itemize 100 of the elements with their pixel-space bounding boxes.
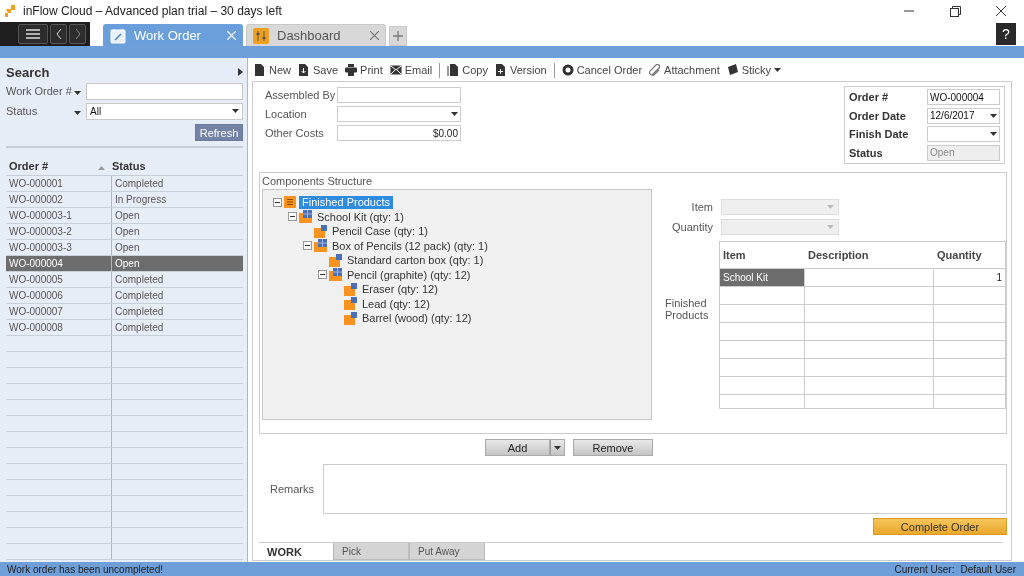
collapse-icon[interactable] xyxy=(318,270,327,280)
grid-icon xyxy=(314,239,327,253)
table-row[interactable]: WO-000006 Completed xyxy=(6,288,243,304)
column-header[interactable]: Description xyxy=(805,249,934,262)
back-button[interactable] xyxy=(50,24,67,44)
dropdown-caret-icon[interactable] xyxy=(232,109,239,113)
input-field[interactable] xyxy=(927,126,1000,143)
menu-button[interactable] xyxy=(18,24,48,44)
table-cell-text: Completed xyxy=(114,178,164,189)
paperclip-icon xyxy=(649,64,662,76)
add-button[interactable]: Add xyxy=(485,439,550,456)
tree-item[interactable]: Box of Pencils (12 pack) (qty: 1) xyxy=(329,239,491,253)
toolbar-button[interactable]: New xyxy=(254,64,291,76)
toolbar-button[interactable]: Email xyxy=(389,64,433,76)
table-cell-text: Open xyxy=(114,258,140,269)
table-row[interactable]: WO-000005 Completed xyxy=(6,272,243,288)
table-cell: WO-000006 xyxy=(6,288,112,303)
dropdown-caret-icon[interactable] xyxy=(74,91,81,95)
input-field[interactable] xyxy=(337,106,461,122)
dropdown-caret-icon[interactable] xyxy=(990,113,997,118)
column-header[interactable]: Item xyxy=(720,249,805,262)
tab[interactable]: Dashboard xyxy=(246,24,386,46)
sticky-note-icon xyxy=(726,64,739,76)
toolbar-button[interactable]: Sticky xyxy=(726,64,782,76)
table-row[interactable]: WO-000002 In Progress xyxy=(6,192,243,208)
search-field[interactable]: All xyxy=(86,102,243,120)
dashboard-icon xyxy=(253,27,269,44)
field-label: Remarks xyxy=(269,483,315,495)
help-button[interactable]: ? xyxy=(996,23,1016,45)
table-cell-text: Open xyxy=(114,226,140,237)
table-row[interactable]: WO-000004 Open xyxy=(6,256,243,272)
toolbar-button[interactable]: Attachment xyxy=(649,64,720,76)
input-field[interactable] xyxy=(337,87,461,103)
field-label: Order # xyxy=(849,91,890,104)
remove-button[interactable]: Remove xyxy=(573,439,653,456)
table-row[interactable]: WO-000001 Completed xyxy=(6,176,243,192)
column-header[interactable]: Status xyxy=(112,159,146,172)
tree-item[interactable]: Pencil (graphite) (qty: 12) xyxy=(344,268,474,282)
tab[interactable]: Put Away xyxy=(409,543,485,560)
tree-item[interactable]: Standard carton box (qty: 1) xyxy=(344,253,487,267)
table-cell[interactable]: 1 xyxy=(934,269,1005,287)
field-label: Work Order # xyxy=(6,85,73,97)
envelope-icon xyxy=(389,64,402,76)
column-header[interactable]: Quantity xyxy=(934,249,1005,262)
complete-order-button[interactable]: Complete Order xyxy=(873,518,1007,535)
tree-item[interactable]: Pencil Case (qty: 1) xyxy=(329,224,431,238)
tree-item[interactable]: School Kit (qty: 1) xyxy=(314,210,407,224)
remarks-field[interactable] xyxy=(323,464,1007,514)
dropdown-caret-icon[interactable] xyxy=(74,111,81,115)
field-label: Status xyxy=(849,146,884,159)
dropdown-caret-icon[interactable] xyxy=(554,445,561,450)
column-header[interactable]: Order # xyxy=(6,159,98,172)
save-icon xyxy=(298,64,310,76)
toolbar-button[interactable]: Copy xyxy=(447,64,488,76)
table-cell[interactable]: School Kit xyxy=(720,269,805,287)
toolbar-button[interactable]: Save xyxy=(298,64,339,76)
table-row[interactable]: WO-000007 Completed xyxy=(6,304,243,320)
table-cell: WO-000001 xyxy=(6,176,112,191)
copy-icon xyxy=(447,64,460,76)
input-field[interactable]: $0.00 xyxy=(337,125,461,141)
tab[interactable]: Pick xyxy=(333,543,409,560)
dropdown-caret-icon[interactable] xyxy=(451,112,458,116)
dropdown-button[interactable] xyxy=(550,439,565,456)
box-icon xyxy=(329,253,342,267)
table-row[interactable]: WO-000003-2 Open xyxy=(6,224,243,240)
refresh-button[interactable]: Refresh xyxy=(195,124,243,141)
status-label: Current User: xyxy=(894,563,955,575)
box-icon xyxy=(344,311,357,325)
search-field[interactable] xyxy=(86,82,243,100)
field-label: Quantity xyxy=(671,221,713,234)
expand-arrow-icon[interactable] xyxy=(238,68,243,76)
circle-icon xyxy=(561,64,574,76)
forward-button[interactable] xyxy=(69,24,86,44)
dropdown-caret-icon[interactable] xyxy=(990,132,997,137)
toolbar-button[interactable]: Cancel Order xyxy=(561,64,643,76)
search-title: Search xyxy=(6,64,50,80)
input-field[interactable]: 12/6/2017 xyxy=(927,107,1000,124)
field-label: Other Costs xyxy=(265,127,325,139)
toolbar-button[interactable]: Print xyxy=(345,64,383,76)
close-icon[interactable] xyxy=(370,31,379,40)
collapse-icon[interactable] xyxy=(288,212,297,222)
tree-item[interactable]: Eraser (qty: 12) xyxy=(359,282,441,296)
box-icon xyxy=(344,282,357,296)
tree-item[interactable]: Barrel (wood) (qty: 12) xyxy=(359,311,475,325)
table-cell: WO-000008 xyxy=(6,320,112,335)
dropdown-caret-icon[interactable] xyxy=(774,68,782,72)
tree-item[interactable]: Lead (qty: 12) xyxy=(359,297,433,311)
chevron-right-icon xyxy=(74,29,81,39)
table-row[interactable]: WO-000008 Completed xyxy=(6,320,243,336)
box-icon xyxy=(344,297,357,311)
table-cell-text: Completed xyxy=(114,322,164,333)
tree-item[interactable]: Finished Products xyxy=(299,195,394,209)
input-field[interactable]: WO-000004 xyxy=(927,89,1000,106)
plus-icon xyxy=(393,31,403,41)
collapse-icon[interactable] xyxy=(273,197,282,207)
toolbar-button[interactable]: Version xyxy=(494,64,547,76)
table-row[interactable]: WO-000003-1 Open xyxy=(6,208,243,224)
field-label: Finish Date xyxy=(849,128,910,141)
table-cell-text: In Progress xyxy=(114,194,167,205)
collapse-icon[interactable] xyxy=(303,241,312,251)
